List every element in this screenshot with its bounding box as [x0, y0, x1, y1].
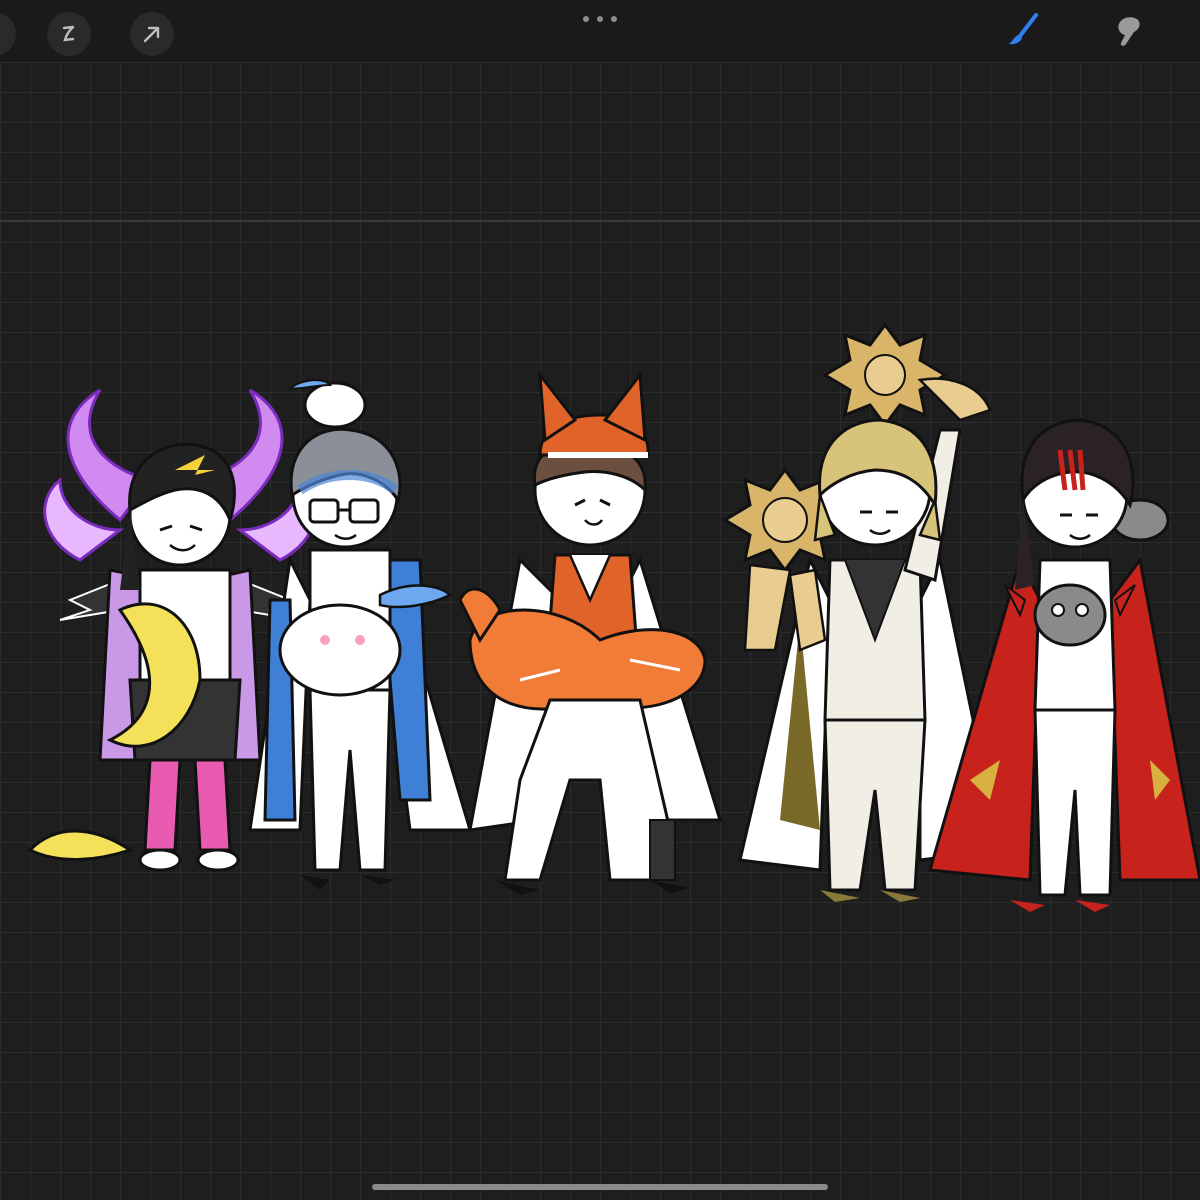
- home-indicator[interactable]: [372, 1184, 828, 1190]
- character-fox: [458, 370, 723, 895]
- character-glasses: [248, 379, 473, 890]
- character-red: [928, 418, 1200, 912]
- chibi-group-artwork: [27, 322, 1200, 912]
